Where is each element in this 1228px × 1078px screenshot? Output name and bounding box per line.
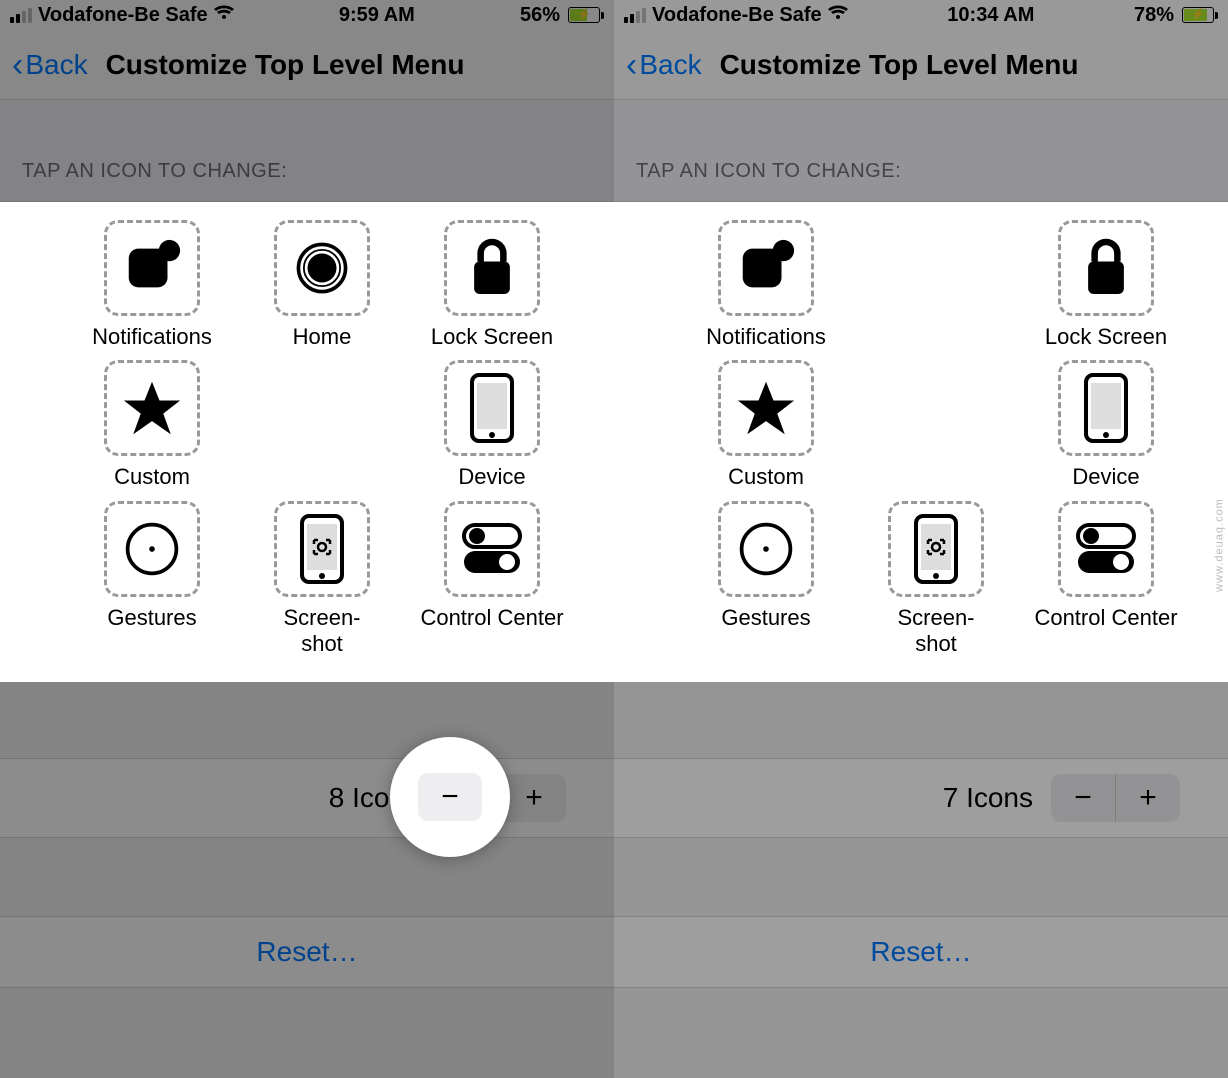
gestures-icon: [104, 501, 200, 597]
signal-icon: [624, 8, 646, 23]
custom-icon: [718, 360, 814, 456]
carrier-label: Vodafone-Be Safe: [38, 4, 208, 27]
back-label: Back: [25, 49, 87, 81]
icon-cell-lock-screen[interactable]: Lock Screen: [1026, 220, 1186, 350]
clock: 9:59 AM: [234, 4, 520, 27]
icon-label: Gestures: [686, 605, 846, 631]
screenshot-icon: [888, 501, 984, 597]
nav-bar: ‹ Back Customize Top Level Menu: [0, 30, 614, 100]
carrier-label: Vodafone-Be Safe: [652, 4, 822, 27]
icon-label: Notifications: [686, 324, 846, 350]
signal-icon: [10, 8, 32, 23]
battery-pct: 78%: [1134, 4, 1174, 27]
icon-cell-screenshot[interactable]: Screen- shot: [856, 501, 1016, 658]
status-bar: Vodafone-Be Safe 10:34 AM 78% ⚡: [614, 0, 1228, 30]
stepper-minus-button[interactable]: −: [1051, 774, 1115, 822]
icon-grid-panel: Notifications Lock Screen Custom Device Gest…: [614, 202, 1228, 682]
icon-cell-lock-screen[interactable]: Lock Screen: [412, 220, 572, 350]
icon-label: Custom: [686, 464, 846, 490]
status-bar: Vodafone-Be Safe 9:59 AM 56% ⚡: [0, 0, 614, 30]
chevron-left-icon: ‹: [12, 48, 23, 82]
home-icon: [274, 220, 370, 316]
device-icon: [444, 360, 540, 456]
icon-label: Screen- shot: [856, 605, 1016, 658]
reset-label: Reset…: [870, 936, 971, 968]
gestures-icon: [718, 501, 814, 597]
icon-cell-control-center[interactable]: Control Center: [1026, 501, 1186, 658]
screen-left: Vodafone-Be Safe 9:59 AM 56% ⚡ ‹ Back Cu…: [0, 0, 614, 1078]
icon-label: Screen- shot: [242, 605, 402, 658]
reset-label: Reset…: [256, 936, 357, 968]
icon-cell-notifications[interactable]: Notifications: [686, 220, 846, 350]
lock-screen-icon: [1058, 220, 1154, 316]
icon-cell-device[interactable]: Device: [1026, 360, 1186, 490]
section-header: TAP AN ICON TO CHANGE:: [614, 100, 1228, 202]
battery-pct: 56%: [520, 4, 560, 27]
icon-cell-screenshot[interactable]: Screen- shot: [242, 501, 402, 658]
notifications-icon: [718, 220, 814, 316]
icon-label: Gestures: [72, 605, 232, 631]
section-header: TAP AN ICON TO CHANGE:: [0, 100, 614, 202]
icon-label: Home: [242, 324, 402, 350]
wifi-icon: [828, 4, 848, 27]
icon-label: Notifications: [72, 324, 232, 350]
icon-count-row: 7 Icons − +: [614, 758, 1228, 838]
control-center-icon: [1058, 501, 1154, 597]
reset-button[interactable]: Reset…: [614, 916, 1228, 988]
icon-cell-custom[interactable]: Custom: [686, 360, 846, 490]
lock-screen-icon: [444, 220, 540, 316]
icon-grid-panel: Notifications Home Lock Screen Custom Device…: [0, 202, 614, 682]
icon-cell-control-center[interactable]: Control Center: [412, 501, 572, 658]
stepper-plus-button[interactable]: +: [1116, 774, 1180, 822]
icon-cell-device[interactable]: Device: [412, 360, 572, 490]
clock: 10:34 AM: [848, 4, 1134, 27]
page-title: Customize Top Level Menu: [720, 49, 1079, 81]
battery-icon: ⚡: [1178, 7, 1218, 23]
battery-icon: ⚡: [564, 7, 604, 23]
icon-count-row: 8 Icons − +: [0, 758, 614, 838]
device-icon: [1058, 360, 1154, 456]
icon-label: Custom: [72, 464, 232, 490]
icon-label: Device: [1026, 464, 1186, 490]
icon-cell-custom[interactable]: Custom: [72, 360, 232, 490]
icon-label: Control Center: [1026, 605, 1186, 631]
icon-count-label: 7 Icons: [943, 782, 1033, 814]
icon-label: Device: [412, 464, 572, 490]
icon-label: Lock Screen: [1026, 324, 1186, 350]
control-center-icon: [444, 501, 540, 597]
icon-cell-home[interactable]: Home: [242, 220, 402, 350]
custom-icon: [104, 360, 200, 456]
icon-cell-gestures[interactable]: Gestures: [72, 501, 232, 658]
page-title: Customize Top Level Menu: [106, 49, 465, 81]
back-button[interactable]: ‹ Back: [12, 48, 88, 82]
stepper-minus-button-highlighted[interactable]: −: [418, 773, 482, 821]
highlight-minus: −: [390, 737, 510, 857]
screen-right: Vodafone-Be Safe 10:34 AM 78% ⚡ ‹ Back C…: [614, 0, 1228, 1078]
wifi-icon: [214, 4, 234, 27]
screenshot-icon: [274, 501, 370, 597]
back-label: Back: [639, 49, 701, 81]
icon-cell-gestures[interactable]: Gestures: [686, 501, 846, 658]
icon-cell-notifications[interactable]: Notifications: [72, 220, 232, 350]
nav-bar: ‹ Back Customize Top Level Menu: [614, 30, 1228, 100]
reset-button[interactable]: Reset…: [0, 916, 614, 988]
watermark: www.deuaq.com: [1214, 498, 1226, 592]
chevron-left-icon: ‹: [626, 48, 637, 82]
icon-label: Control Center: [412, 605, 572, 631]
stepper-plus-button[interactable]: +: [502, 774, 566, 822]
icon-label: Lock Screen: [412, 324, 572, 350]
back-button[interactable]: ‹ Back: [626, 48, 702, 82]
icon-count-stepper: − +: [1051, 774, 1180, 822]
notifications-icon: [104, 220, 200, 316]
